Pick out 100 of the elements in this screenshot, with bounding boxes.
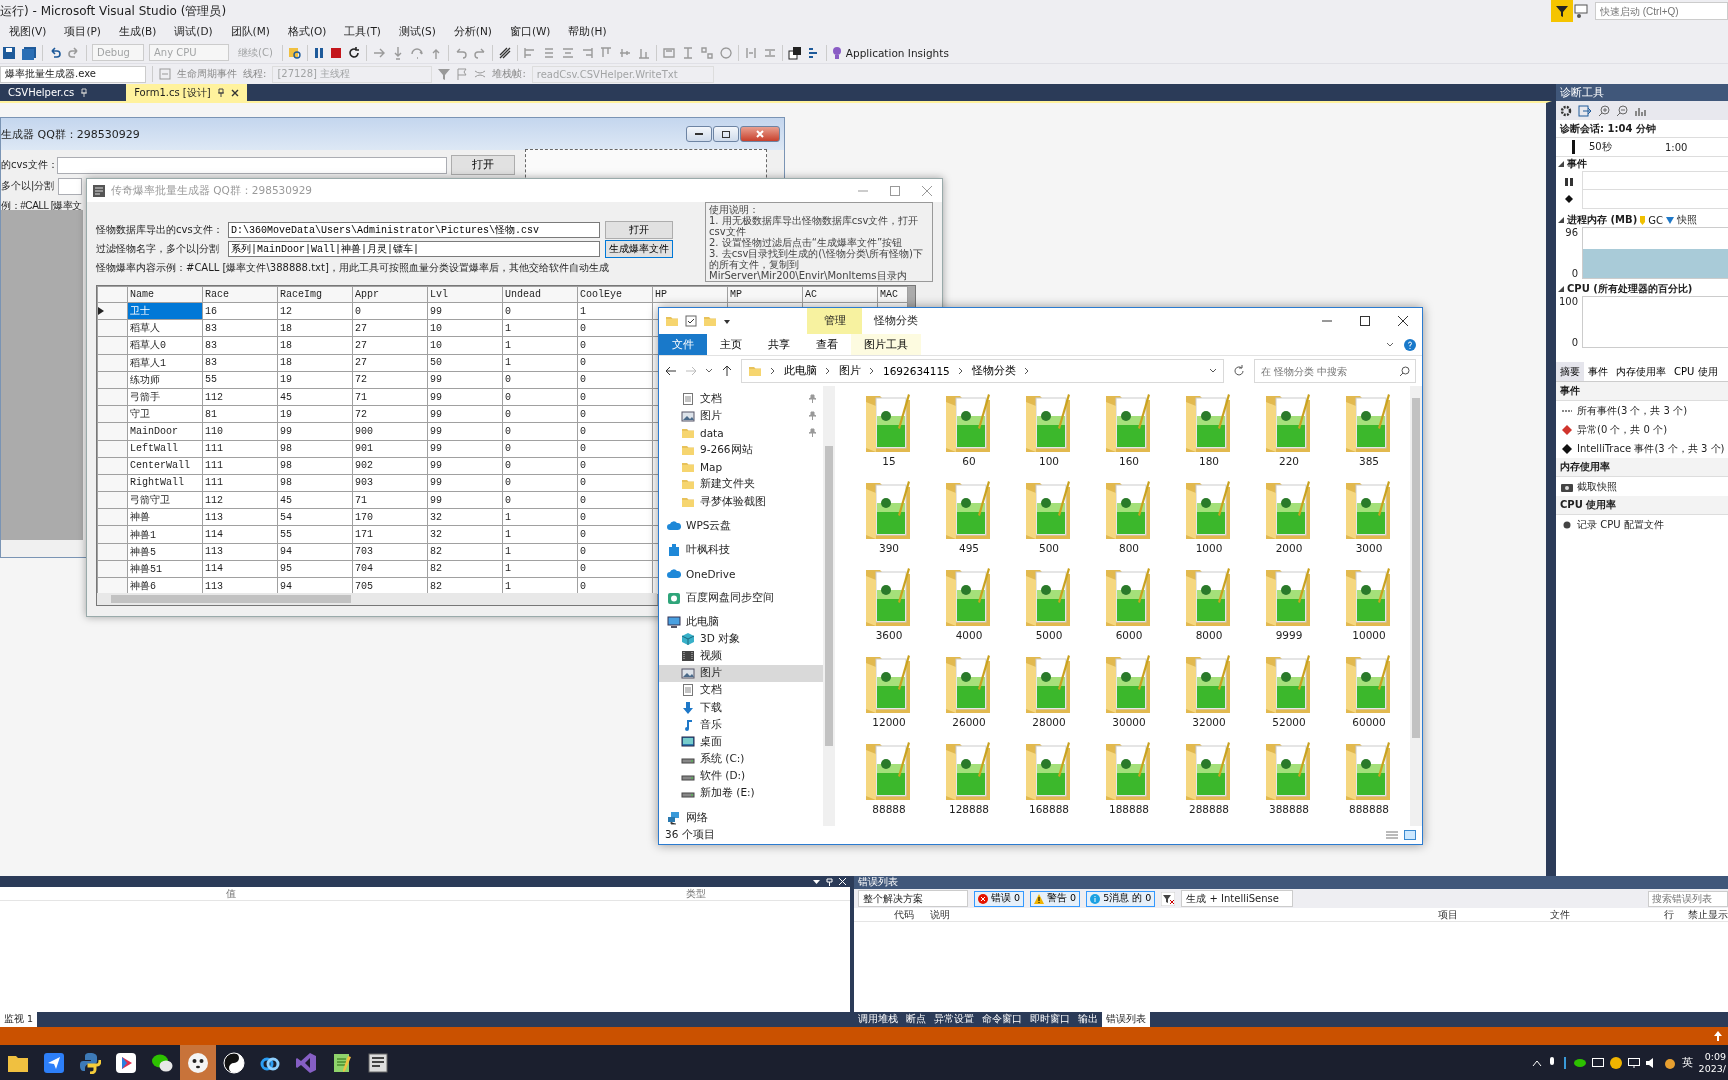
nav-item[interactable]: OneDrive xyxy=(659,565,823,583)
column-header[interactable]: 值 xyxy=(226,886,686,901)
clock[interactable]: 0:09 2023/ xyxy=(1698,1050,1726,1075)
folder-name[interactable]: 128888 xyxy=(948,803,990,815)
menu-item[interactable]: 团队(M) xyxy=(221,25,279,39)
folder-name[interactable]: 60 xyxy=(962,455,976,467)
panel-tab[interactable]: 内存使用率 xyxy=(1612,362,1670,381)
panel-tab[interactable]: 异常设置 xyxy=(930,1012,978,1027)
column-header[interactable]: Race xyxy=(202,286,278,303)
nav-item[interactable]: 3D 对象 xyxy=(659,630,823,648)
nav-item[interactable]: 9-266网站 xyxy=(659,441,823,459)
column-header[interactable]: CoolEye xyxy=(577,286,653,303)
column-header[interactable]: 类型 xyxy=(686,886,706,901)
diagnostic-item[interactable]: 记录 CPU 配置文件 xyxy=(1577,517,1664,532)
menu-item[interactable]: 调试(D) xyxy=(165,25,222,39)
folder-name[interactable]: 6000 xyxy=(1115,629,1143,641)
panel-tab[interactable]: 即时窗口 xyxy=(1026,1012,1074,1027)
column-header[interactable]: 项目 xyxy=(1438,907,1550,922)
filter-button[interactable]: 5消息 的 0 xyxy=(1086,890,1156,907)
column-header[interactable]: MAC xyxy=(877,286,908,303)
folder-name[interactable]: 8000 xyxy=(1195,629,1223,641)
folder-name[interactable]: 168888 xyxy=(1028,803,1070,815)
folder-name[interactable]: 800 xyxy=(1118,542,1139,554)
address-bar[interactable]: 此电脑 图片 1692634115 怪物分类 xyxy=(741,359,1224,383)
menu-item[interactable]: 帮助(H) xyxy=(559,25,616,39)
diagnostic-item[interactable]: IntelliTrace 事件(3 个，共 3 个) xyxy=(1577,441,1725,456)
panel-tab[interactable]: 错误列表 xyxy=(1102,1012,1150,1027)
folder-name[interactable]: 28000 xyxy=(1032,716,1066,728)
menu-item[interactable]: 视图(V) xyxy=(0,25,56,39)
folder-name[interactable]: 390 xyxy=(878,542,899,554)
open-button[interactable]: 打开 xyxy=(451,155,515,175)
breadcrumb-item[interactable]: 此电脑 xyxy=(784,364,817,378)
column-header[interactable]: 说明 xyxy=(930,907,1438,922)
folder-name[interactable]: 388888 xyxy=(1268,803,1310,815)
folder-name[interactable]: 32000 xyxy=(1192,716,1226,728)
filter-button[interactable]: 警告 0 xyxy=(1030,890,1081,907)
menu-item[interactable]: 工具(T) xyxy=(335,25,390,39)
folder-name[interactable]: 52000 xyxy=(1272,716,1306,728)
folder-name[interactable]: 160 xyxy=(1118,455,1139,467)
folder-name[interactable]: 188888 xyxy=(1108,803,1150,815)
column-header[interactable]: 行 xyxy=(1664,907,1688,922)
panel-tab[interactable]: 监视 1 xyxy=(0,1012,38,1027)
nav-item[interactable]: 系统 (C:) xyxy=(659,750,823,768)
nav-item[interactable]: Map xyxy=(659,458,823,476)
folder-name[interactable]: 15 xyxy=(882,455,896,467)
folder-name[interactable]: 3000 xyxy=(1355,542,1383,554)
folder-name[interactable]: 500 xyxy=(1038,542,1059,554)
nav-item[interactable]: 此电脑 xyxy=(659,613,823,631)
column-header[interactable]: 禁止显示 xyxy=(1688,907,1728,922)
diagnostic-item[interactable]: 截取快照 xyxy=(1577,479,1617,494)
folder-name[interactable]: 495 xyxy=(958,542,979,554)
folder-name[interactable]: 1000 xyxy=(1195,542,1223,554)
nav-item[interactable]: 文档 xyxy=(659,681,823,700)
nav-item[interactable]: 新建文件夹 xyxy=(659,475,823,494)
menu-item[interactable]: 窗口(W) xyxy=(500,25,560,39)
folder-name[interactable]: 26000 xyxy=(952,716,986,728)
folder-name[interactable]: 4000 xyxy=(955,629,983,641)
column-header[interactable]: Appr xyxy=(352,286,428,303)
nav-item[interactable]: 文档 xyxy=(659,390,823,408)
process-dropdown[interactable]: 爆率批量生成器.exe xyxy=(0,65,146,83)
column-header[interactable]: Name xyxy=(127,286,203,303)
folder-name[interactable]: 888888 xyxy=(1348,803,1390,815)
menu-item[interactable]: 生成(B) xyxy=(109,25,166,39)
panel-tab[interactable]: 输出 xyxy=(1074,1012,1102,1027)
ribbon-tab[interactable]: 主页 xyxy=(707,334,755,355)
panel-tab[interactable]: 事件 xyxy=(1584,362,1612,381)
folder-name[interactable]: 100 xyxy=(1038,455,1059,467)
folder-name[interactable]: 12000 xyxy=(872,716,906,728)
nav-item[interactable]: 视频 xyxy=(659,647,823,665)
open-button[interactable]: 打开 xyxy=(605,220,673,239)
input-field[interactable]: 系列|MainDoor|Wall|神兽|月灵|镖车| xyxy=(228,240,600,257)
nav-item[interactable]: 软件 (D:) xyxy=(659,767,823,785)
folder-name[interactable]: 60000 xyxy=(1352,716,1386,728)
folder-name[interactable]: 3600 xyxy=(875,629,903,641)
menu-item[interactable]: 分析(N) xyxy=(444,25,501,39)
column-header[interactable]: 代码 xyxy=(894,907,930,922)
breadcrumb-item[interactable]: 1692634115 xyxy=(883,365,950,377)
filter-button[interactable]: 错误 0 xyxy=(974,890,1025,907)
nav-item[interactable]: 下载 xyxy=(659,699,823,717)
input-field[interactable]: D:\360MoveData\Users\Administrator\Pictures\怪物.csv xyxy=(228,221,600,238)
column-header[interactable]: Undead xyxy=(502,286,578,303)
panel-tab[interactable]: 调用堆栈 xyxy=(854,1012,902,1027)
panel-tab[interactable]: 断点 xyxy=(902,1012,930,1027)
folder-name[interactable]: 30000 xyxy=(1112,716,1146,728)
column-header[interactable]: RaceImg xyxy=(277,286,353,303)
panel-tab[interactable]: 命令窗口 xyxy=(978,1012,1026,1027)
ribbon-tab[interactable]: 共享 xyxy=(755,334,803,355)
source-dropdown[interactable]: 生成 + IntelliSense xyxy=(1181,890,1294,907)
menu-item[interactable]: 格式(O) xyxy=(278,25,336,39)
nav-item[interactable]: 叶枫科技 xyxy=(659,541,823,559)
scope-dropdown[interactable]: 整个解决方案 xyxy=(858,890,968,907)
folder-name[interactable]: 9999 xyxy=(1275,629,1303,641)
ribbon-tab[interactable]: 查看 xyxy=(803,334,851,355)
nav-item[interactable]: 音乐 xyxy=(659,716,823,734)
nav-item[interactable]: 新加卷 (E:) xyxy=(659,784,823,803)
document-tab[interactable]: Form1.cs [设计] xyxy=(126,84,247,101)
quick-launch-field[interactable]: 快速启动 (Ctrl+Q) xyxy=(1595,2,1728,20)
folder-name[interactable]: 88888 xyxy=(872,803,906,815)
panel-tab[interactable]: CPU 使用 xyxy=(1670,362,1722,381)
generate-button[interactable]: 生成爆率文件 xyxy=(605,239,673,258)
